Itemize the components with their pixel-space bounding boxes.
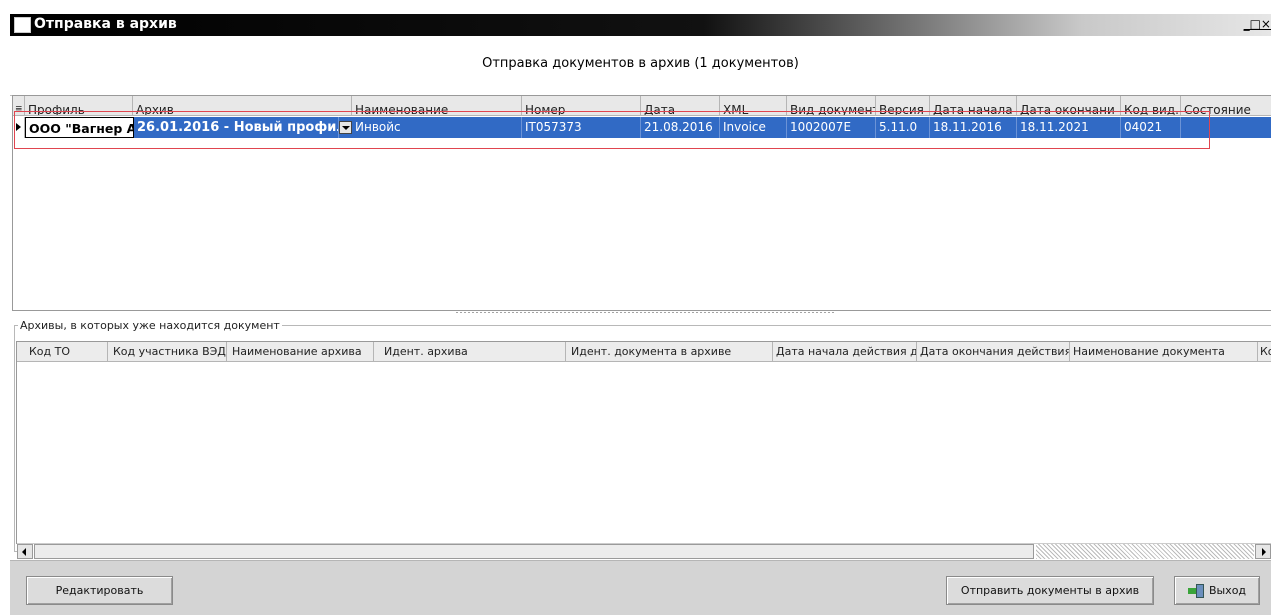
page-title: Отправка документов в архив (1 документо… bbox=[482, 56, 799, 71]
column-header-document-name[interactable]: Наименование документа bbox=[1070, 342, 1258, 362]
edit-button[interactable]: Редактировать bbox=[26, 576, 173, 605]
exit-button-label: Выход bbox=[1208, 584, 1247, 597]
scrollbar-thumb[interactable] bbox=[34, 544, 1034, 559]
column-header-archive-name[interactable]: Наименование архива bbox=[227, 342, 374, 362]
column-header-participant-code[interactable]: Код участника ВЭД bbox=[108, 342, 227, 362]
window-icon bbox=[14, 17, 31, 33]
exit-button[interactable]: Выход bbox=[1174, 576, 1260, 605]
column-header-more[interactable]: Ко bbox=[1258, 342, 1271, 362]
window-title-bar[interactable]: Отправка в архив _□× bbox=[10, 14, 1271, 36]
header-panel: Отправка документов в архив (1 документо… bbox=[10, 36, 1271, 96]
scroll-right-button[interactable] bbox=[1255, 544, 1271, 559]
column-header-end-date[interactable]: Дата окончания действия bbox=[917, 342, 1070, 362]
scroll-left-button[interactable] bbox=[17, 544, 33, 559]
send-to-archive-button[interactable]: Отправить документы в архив bbox=[946, 576, 1154, 605]
bottom-panel: Редактировать Отправить документы в архи… bbox=[10, 560, 1271, 615]
splitter-handle[interactable] bbox=[455, 311, 835, 315]
column-header-start-date[interactable]: Дата начала действия д bbox=[773, 342, 917, 362]
highlight-box bbox=[14, 111, 1210, 149]
column-header-document-id[interactable]: Идент. документа в архиве bbox=[566, 342, 773, 362]
scrollbar-track[interactable] bbox=[1036, 544, 1254, 559]
window-controls[interactable]: _□× bbox=[1244, 17, 1271, 31]
archives-group-label: Архивы, в которых уже находится документ bbox=[18, 319, 282, 332]
column-header-customs-code[interactable]: Код ТО bbox=[17, 342, 108, 362]
window-title: Отправка в архив bbox=[34, 16, 177, 32]
archives-grid[interactable]: Код ТО Код участника ВЭД Наименование ар… bbox=[16, 341, 1271, 544]
exit-door-icon bbox=[1187, 584, 1206, 598]
column-header-archive-id[interactable]: Идент. архива bbox=[374, 342, 566, 362]
